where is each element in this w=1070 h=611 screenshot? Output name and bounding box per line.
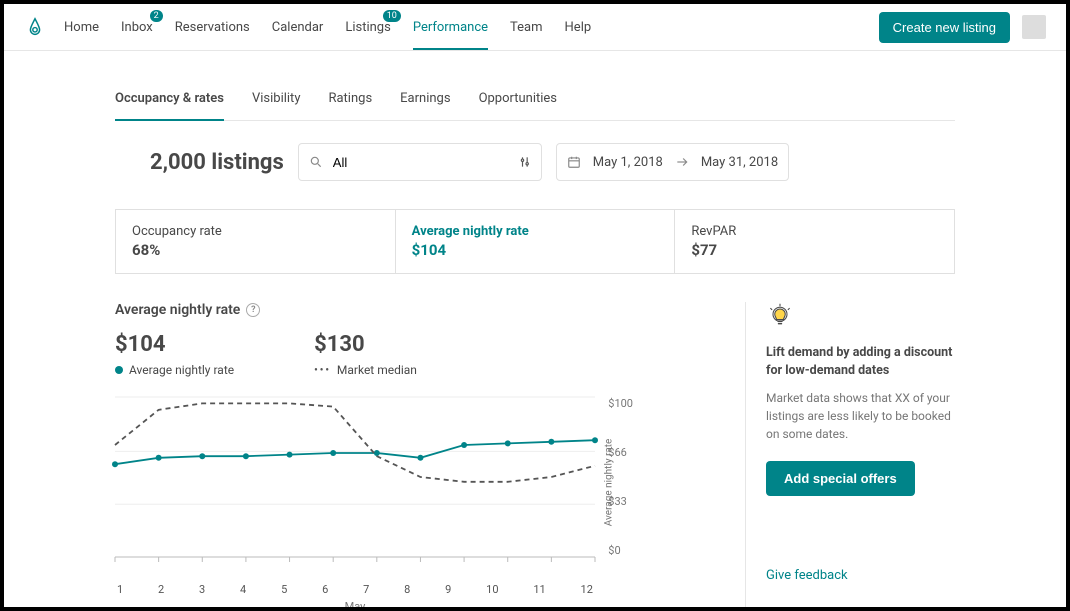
page-title: 2,000 listings <box>115 150 284 175</box>
subtab-earnings[interactable]: Earnings <box>400 91 450 120</box>
figure-median-value: $130 <box>314 332 417 357</box>
help-icon[interactable]: ? <box>246 303 260 317</box>
create-listing-button[interactable]: Create new listing <box>879 12 1010 43</box>
tip-heading: Lift demand by adding a discount for low… <box>766 344 955 379</box>
card-label: RevPAR <box>691 224 938 239</box>
subtab-opportunities[interactable]: Opportunities <box>479 91 557 120</box>
nav-item-reservations[interactable]: Reservations <box>175 4 250 50</box>
give-feedback-link[interactable]: Give feedback <box>766 568 955 583</box>
x-tick: 7 <box>363 583 369 596</box>
x-tick: 6 <box>322 583 328 596</box>
x-tick: 3 <box>199 583 205 596</box>
card-label: Average nightly rate <box>412 224 659 239</box>
series-dot-icon <box>115 366 123 374</box>
search-icon <box>309 155 323 169</box>
calendar-icon <box>567 155 581 169</box>
nav-item-inbox[interactable]: Inbox2 <box>121 4 153 50</box>
nav-item-team[interactable]: Team <box>510 4 543 50</box>
figure-avg-rate-label: Average nightly rate <box>129 363 234 377</box>
nav-item-performance[interactable]: Performance <box>413 4 488 50</box>
card-value: $77 <box>691 241 938 259</box>
x-tick: 1 <box>117 583 123 596</box>
series-dashed-icon: ••• <box>314 365 331 376</box>
metric-card-occupancy-rate[interactable]: Occupancy rate 68% <box>115 209 396 274</box>
add-special-offers-button[interactable]: Add special offers <box>766 461 915 496</box>
x-axis-label: May <box>115 600 595 611</box>
nav-badge: 10 <box>383 10 401 22</box>
date-end: May 31, 2018 <box>701 155 778 170</box>
avatar[interactable] <box>1022 15 1046 39</box>
x-tick: 2 <box>158 583 164 596</box>
subtabs: Occupancy & rates Visibility Ratings Earnin… <box>115 91 955 121</box>
top-nav: Home Inbox2 Reservations Calendar Listings10… <box>4 4 1066 51</box>
listing-filter-input[interactable] <box>333 155 509 170</box>
listing-filter[interactable] <box>298 143 542 181</box>
subtab-occupancy-rates[interactable]: Occupancy & rates <box>115 91 224 120</box>
card-value: $104 <box>412 241 659 259</box>
subtab-visibility[interactable]: Visibility <box>252 91 301 120</box>
x-tick: 8 <box>404 583 410 596</box>
figure-median-label: Market median <box>337 363 417 377</box>
card-value: 68% <box>132 241 379 259</box>
x-tick: 11 <box>533 583 545 596</box>
figure-avg-rate-value: $104 <box>115 332 234 357</box>
section-title: Average nightly rate <box>115 302 240 318</box>
card-label: Occupancy rate <box>132 224 379 239</box>
date-start: May 1, 2018 <box>593 155 663 170</box>
metric-card-revpar[interactable]: RevPAR $77 <box>675 209 955 274</box>
nav-item-listings[interactable]: Listings10 <box>345 4 390 50</box>
x-tick: 10 <box>486 583 498 596</box>
x-tick: 12 <box>581 583 593 596</box>
x-tick: 4 <box>240 583 246 596</box>
subtab-ratings[interactable]: Ratings <box>328 91 372 120</box>
y-tick: $100 <box>608 397 633 410</box>
nav-item-calendar[interactable]: Calendar <box>272 4 324 50</box>
metric-card-average-nightly-rate[interactable]: Average nightly rate $104 <box>396 209 676 274</box>
arrow-right-icon <box>675 155 689 169</box>
nav-item-help[interactable]: Help <box>565 4 592 50</box>
metric-cards: Occupancy rate 68% Average nightly rate $10… <box>115 209 955 274</box>
nav-badge: 2 <box>150 10 163 22</box>
sliders-icon[interactable] <box>519 155 533 169</box>
y-axis-label: Average nightly rate <box>604 439 615 527</box>
x-tick: 9 <box>445 583 451 596</box>
date-range-picker[interactable]: May 1, 2018 May 31, 2018 <box>556 143 789 181</box>
x-tick: 5 <box>281 583 287 596</box>
airbnb-logo-icon <box>24 16 46 38</box>
nav-item-home[interactable]: Home <box>64 4 99 50</box>
y-tick: $0 <box>608 544 633 557</box>
lightbulb-icon <box>766 302 794 330</box>
rate-chart: $100$66$33$0 Average nightly rate <box>115 397 595 577</box>
tip-body: Market data shows that XX of your listin… <box>766 389 955 443</box>
